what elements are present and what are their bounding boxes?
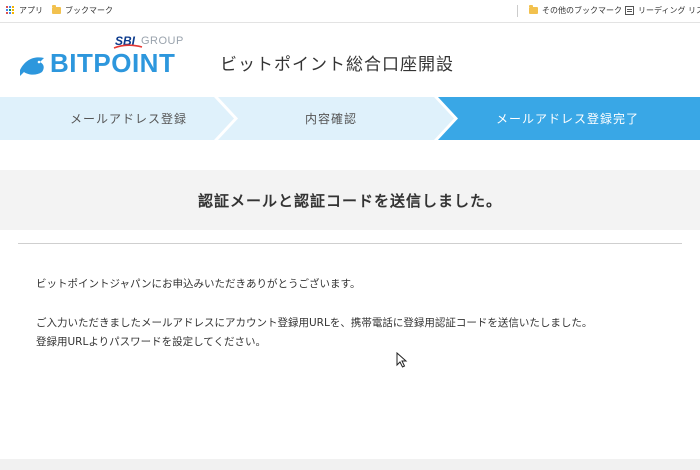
bird-logo-icon [20, 57, 44, 76]
instruction-text: 登録用URLよりパスワードを設定してください。 [36, 336, 266, 348]
sent-info-text: ご入力いただきましたメールアドレスにアカウント登録用URLを、携帯電話に登録用認… [36, 317, 593, 329]
reading-list-label: リーディング リスト [638, 6, 700, 15]
apps-icon [6, 6, 15, 15]
folder-icon [529, 5, 538, 14]
footer-strip [0, 459, 700, 470]
bookmark-apps-label: アプリ [19, 6, 43, 15]
divider [18, 243, 682, 244]
step-1-label: メールアドレス登録 [70, 112, 188, 126]
mouse-cursor-icon [396, 352, 408, 368]
logo-wordmark: BITPOINT [50, 48, 176, 78]
bookmark-folder-label: ブックマーク [65, 6, 113, 15]
logo-group-text: GROUP [141, 35, 184, 47]
thanks-text: ビットポイントジャパンにお申込みいただきありがとうございます。 [36, 278, 361, 290]
bookmark-folder[interactable]: ブックマーク [52, 5, 113, 16]
reading-list-icon [625, 6, 634, 15]
step-2-label: 内容確認 [305, 112, 358, 126]
progress-steps: メールアドレス登録 内容確認 メールアドレス登録完了 [0, 97, 700, 140]
bookmarks-bar: アプリ ブックマーク その他のブックマーク リーディング リスト [0, 0, 700, 23]
reading-list[interactable]: リーディング リスト [625, 5, 700, 16]
confirmation-title: 認証メールと認証コードを送信しました。 [197, 192, 502, 210]
folder-icon [52, 5, 61, 14]
page-title: ビットポイント総合口座開設 [220, 55, 454, 75]
bitpoint-logo[interactable]: SBI GROUP BITPOINT [18, 34, 188, 82]
step-3-label: メールアドレス登録完了 [496, 112, 640, 126]
bookmark-apps[interactable]: アプリ [6, 5, 43, 16]
bookmarks-divider [517, 5, 518, 17]
bookmark-other-label: その他のブックマーク [542, 6, 622, 15]
confirmation-banner: 認証メールと認証コードを送信しました。 [0, 170, 700, 230]
bookmark-other[interactable]: その他のブックマーク [529, 5, 622, 16]
